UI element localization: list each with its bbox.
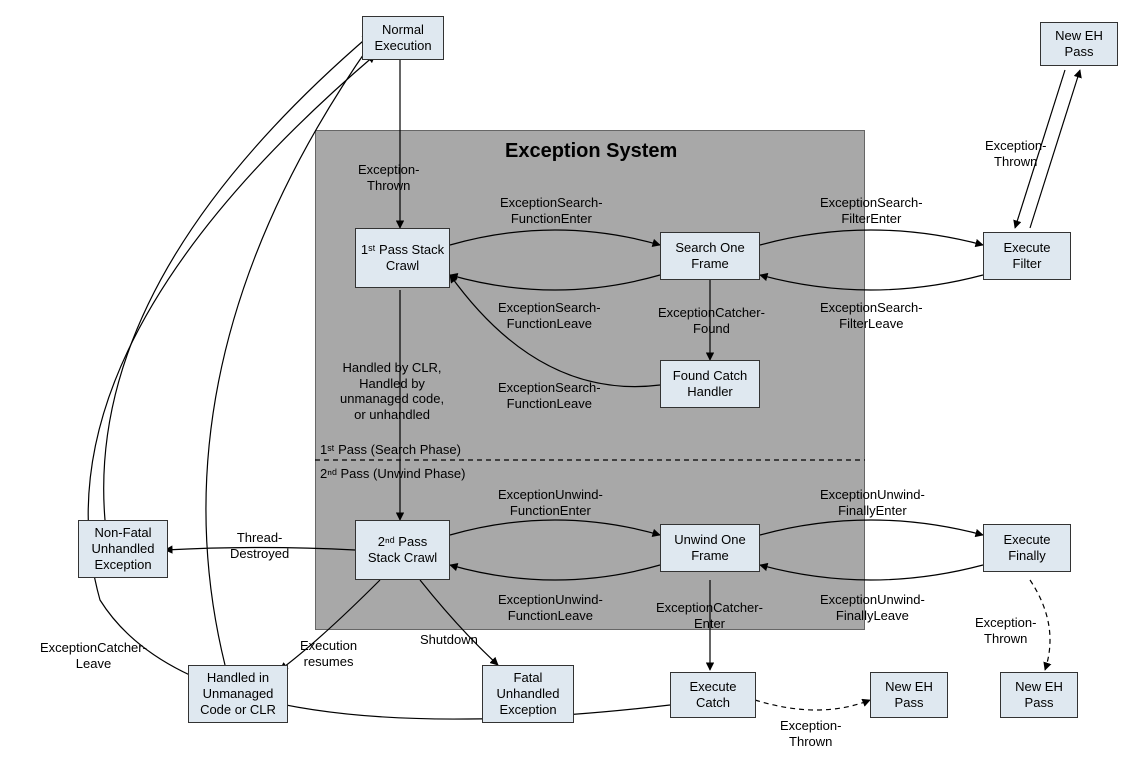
label-eu-finally-enter: ExceptionUnwind- FinallyEnter [820, 487, 925, 518]
label-ec-enter: ExceptionCatcher- Enter [656, 600, 763, 631]
node-new-eh-b2: New EH Pass [1000, 672, 1078, 718]
node-unwind-one-frame: Unwind One Frame [660, 524, 760, 572]
node-normal-execution: Normal Execution [362, 16, 444, 60]
node-found-catch-handler: Found Catch Handler [660, 360, 760, 408]
phase-unwind-label: 2ⁿᵈ Pass (Unwind Phase) [320, 466, 466, 481]
label-eu-func-leave: ExceptionUnwind- FunctionLeave [498, 592, 603, 623]
node-new-eh-top: New EH Pass [1040, 22, 1118, 66]
node-execute-catch: Execute Catch [670, 672, 756, 718]
label-exception-thrown-3: Exception- Thrown [780, 718, 841, 749]
label-es-func-enter: ExceptionSearch- FunctionEnter [500, 195, 603, 226]
label-shutdown: Shutdown [420, 632, 478, 648]
label-eu-func-enter: ExceptionUnwind- FunctionEnter [498, 487, 603, 518]
node-handled-unmanaged: Handled in Unmanaged Code or CLR [188, 665, 288, 723]
node-execute-filter: Execute Filter [983, 232, 1071, 280]
label-ec-found: ExceptionCatcher- Found [658, 305, 765, 336]
node-search-one-frame: Search One Frame [660, 232, 760, 280]
label-es-func-leave-2: ExceptionSearch- FunctionLeave [498, 380, 601, 411]
node-fatal-unhandled: Fatal Unhandled Exception [482, 665, 574, 723]
node-first-pass-stack-crawl: 1ˢᵗ Pass Stack Crawl [355, 228, 450, 288]
label-exception-thrown-1: Exception- Thrown [358, 162, 419, 193]
label-exception-thrown-4: Exception- Thrown [975, 615, 1036, 646]
phase-search-label: 1ˢᵗ Pass (Search Phase) [320, 442, 461, 457]
label-exec-resumes: Execution resumes [300, 638, 357, 669]
node-second-pass-stack-crawl: 2ⁿᵈ Pass Stack Crawl [355, 520, 450, 580]
label-es-filter-enter: ExceptionSearch- FilterEnter [820, 195, 923, 226]
label-handled-clr: Handled by CLR, Handled by unmanaged cod… [340, 360, 444, 422]
label-es-func-leave: ExceptionSearch- FunctionLeave [498, 300, 601, 331]
system-title: Exception System [505, 140, 677, 163]
label-thread-destroyed: Thread- Destroyed [230, 530, 289, 561]
label-es-filter-leave: ExceptionSearch- FilterLeave [820, 300, 923, 331]
label-exception-thrown-2: Exception- Thrown [985, 138, 1046, 169]
node-nonfatal-unhandled: Non-Fatal Unhandled Exception [78, 520, 168, 578]
node-new-eh-b1: New EH Pass [870, 672, 948, 718]
label-ec-leave: ExceptionCatcher- Leave [40, 640, 147, 671]
label-eu-finally-leave: ExceptionUnwind- FinallyLeave [820, 592, 925, 623]
node-execute-finally: Execute Finally [983, 524, 1071, 572]
